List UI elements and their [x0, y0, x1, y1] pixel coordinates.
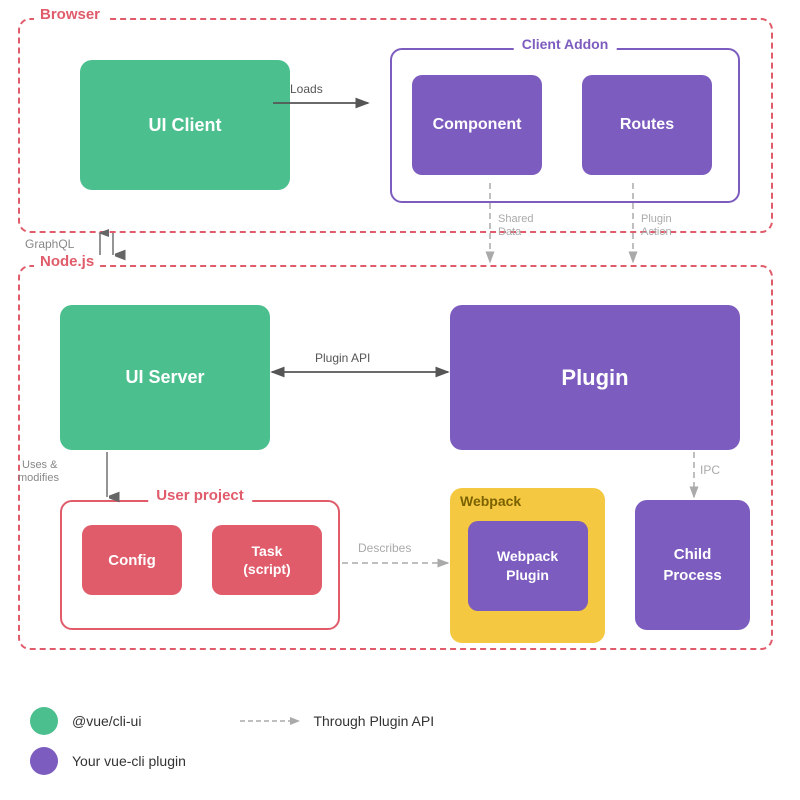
legend-dashed-arrow-icon: [235, 714, 305, 728]
plugin-box: Plugin: [450, 305, 740, 450]
legend-dashed-row: Through Plugin API: [235, 713, 434, 729]
legend-row-green: @vue/cli-ui Through Plugin API: [30, 707, 434, 735]
legend-row-purple: Your vue-cli plugin: [30, 747, 434, 775]
config-box: Config: [82, 525, 182, 595]
legend-green-text: @vue/cli-ui: [72, 713, 141, 729]
webpack-box: WebpackPlugin: [450, 488, 605, 643]
user-project-label: User project: [148, 487, 252, 504]
legend-purple-circle: [30, 747, 58, 775]
nodejs-label: Node.js: [34, 253, 100, 270]
ui-client-label: UI Client: [148, 115, 221, 136]
webpack-plugin-label: WebpackPlugin: [497, 547, 558, 583]
ui-server-label: UI Server: [125, 367, 204, 388]
ui-client-box: UI Client: [80, 60, 290, 190]
client-addon-box: Client Addon Component Routes: [390, 48, 740, 203]
routes-box: Routes: [582, 75, 712, 175]
legend-purple-text: Your vue-cli plugin: [72, 753, 186, 769]
webpack-label: Webpack: [460, 493, 521, 509]
child-process-box: ChildProcess: [635, 500, 750, 630]
plugin-label: Plugin: [561, 365, 628, 391]
routes-label: Routes: [620, 116, 674, 134]
graphql-label: GraphQL: [25, 237, 75, 251]
task-label: Task(script): [243, 542, 290, 578]
webpack-plugin-box: WebpackPlugin: [468, 521, 588, 611]
config-label: Config: [108, 552, 155, 569]
browser-label: Browser: [34, 6, 106, 23]
diagram-container: Browser UI Client Client Addon Component…: [0, 0, 800, 800]
browser-section: Browser UI Client Client Addon Component…: [18, 18, 773, 233]
legend-dashed-text: Through Plugin API: [313, 713, 434, 729]
component-box: Component: [412, 75, 542, 175]
legend: @vue/cli-ui Through Plugin API Your vue-…: [30, 707, 434, 775]
ui-server-box: UI Server: [60, 305, 270, 450]
client-addon-label: Client Addon: [514, 36, 617, 52]
task-box: Task(script): [212, 525, 322, 595]
legend-green-circle: [30, 707, 58, 735]
component-label: Component: [433, 116, 522, 134]
child-process-label: ChildProcess: [663, 544, 721, 586]
